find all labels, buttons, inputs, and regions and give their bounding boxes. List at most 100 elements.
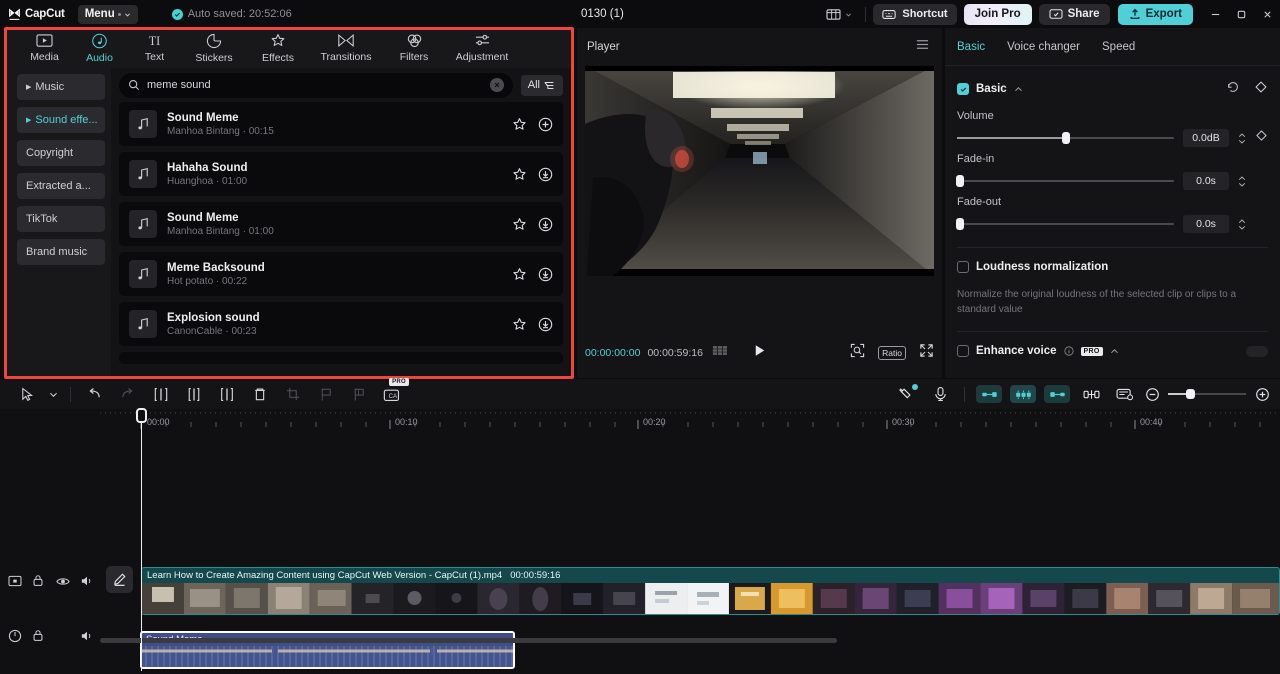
video-thumb-icon[interactable]: [7, 574, 22, 587]
auto-enhance-button[interactable]: [889, 379, 923, 409]
tab-text[interactable]: TI Text: [127, 30, 182, 63]
volume-slider-knob[interactable]: [1061, 132, 1070, 144]
fade-out-slider[interactable]: [956, 218, 1174, 230]
close-button[interactable]: [1254, 0, 1280, 28]
favorite-star-icon[interactable]: [512, 117, 527, 132]
export-button[interactable]: Export: [1117, 3, 1193, 25]
enhance-voice-row[interactable]: Enhance voice PRO: [945, 336, 1280, 366]
tab-filters[interactable]: Filters: [382, 30, 446, 63]
enhance-voice-toggle[interactable]: [1246, 345, 1268, 357]
video-clip[interactable]: Learn How to Create Amazing Content usin…: [141, 567, 1280, 615]
mix-right-button[interactable]: [1040, 379, 1074, 409]
timeline-ruler[interactable]: 00:00 00:10 00:20 00:30 00:40: [0, 409, 1280, 435]
volume-stepper[interactable]: [1238, 132, 1246, 144]
favorite-star-icon[interactable]: [512, 167, 527, 182]
tab-speed[interactable]: Speed: [1102, 41, 1135, 53]
favorite-star-icon[interactable]: [512, 317, 527, 332]
search-input[interactable]: meme sound: [119, 72, 513, 98]
filter-button[interactable]: All: [520, 74, 563, 96]
crop-button[interactable]: [276, 379, 309, 409]
redo-button[interactable]: [111, 379, 144, 409]
tab-basic[interactable]: Basic: [957, 41, 985, 53]
edit-clip-button[interactable]: [106, 566, 133, 593]
audio-power-icon[interactable]: [8, 629, 21, 642]
tab-stickers[interactable]: Stickers: [182, 30, 246, 64]
player-menu-button[interactable]: [915, 38, 930, 56]
timeline-zoom-slider[interactable]: [1168, 389, 1246, 399]
category-brand-music[interactable]: Brand music: [17, 239, 105, 265]
lock-icon[interactable]: [32, 629, 45, 642]
tab-effects[interactable]: Effects: [246, 30, 310, 64]
chevron-up-icon[interactable]: [1110, 348, 1119, 355]
sound-list-item[interactable]: Sound Meme Manhoa Bintang · 00:15: [119, 102, 563, 146]
mix-center-button[interactable]: [1006, 379, 1040, 409]
fade-in-slider[interactable]: [956, 175, 1174, 187]
fade-out-slider-knob[interactable]: [956, 218, 964, 230]
info-icon[interactable]: [1063, 346, 1074, 356]
clear-search-icon[interactable]: [489, 78, 504, 92]
volume-slider[interactable]: [957, 132, 1174, 144]
sound-list-item[interactable]: Sound Meme Manhoa Bintang · 01:00: [119, 202, 563, 246]
minimize-button[interactable]: [1202, 0, 1228, 28]
preview-render-button[interactable]: [1108, 379, 1142, 409]
trim-left-button[interactable]: [177, 379, 210, 409]
play-button[interactable]: [752, 343, 767, 363]
sound-list-item[interactable]: Meme Backsound Hot potato · 00:22: [119, 252, 563, 296]
share-button[interactable]: Share: [1038, 3, 1110, 25]
enhance-voice-checkbox[interactable]: [957, 345, 969, 357]
tab-audio[interactable]: Audio: [72, 30, 127, 64]
lock-icon[interactable]: [32, 574, 45, 587]
video-preview[interactable]: [585, 66, 934, 276]
marker-alt-button[interactable]: [342, 379, 375, 409]
select-tool-dropdown[interactable]: [43, 379, 63, 409]
zoom-in-button[interactable]: [1252, 379, 1272, 409]
record-voiceover-button[interactable]: [923, 379, 957, 409]
category-sound-effects[interactable]: ▶ Sound effe...: [17, 107, 105, 133]
speaker-icon[interactable]: [80, 574, 93, 587]
reset-button[interactable]: [1226, 80, 1240, 99]
keyframe-button[interactable]: [1254, 80, 1268, 99]
category-music[interactable]: ▶ Music: [17, 74, 105, 100]
link-clips-button[interactable]: [1074, 379, 1108, 409]
sound-list-item[interactable]: Explosion sound CanonCable · 00:23: [119, 302, 563, 346]
download-icon[interactable]: [538, 267, 553, 282]
fade-in-value[interactable]: 0.0s: [1183, 172, 1229, 190]
auto-captions-button[interactable]: CA PRO: [375, 378, 409, 409]
menu-button[interactable]: Menu: [77, 4, 138, 24]
download-icon[interactable]: [538, 167, 553, 182]
download-icon[interactable]: [538, 317, 553, 332]
playhead[interactable]: [136, 408, 147, 671]
fade-out-stepper[interactable]: [1238, 218, 1246, 230]
select-tool-button[interactable]: [10, 379, 43, 409]
favorite-star-icon[interactable]: [512, 217, 527, 232]
undo-button[interactable]: [78, 379, 111, 409]
volume-value[interactable]: 0.0dB: [1183, 129, 1229, 147]
fade-in-slider-knob[interactable]: [956, 175, 964, 187]
loudness-normalization-row[interactable]: Loudness normalization: [945, 252, 1280, 282]
zoom-out-button[interactable]: [1142, 379, 1162, 409]
tab-adjustment[interactable]: Adjustment: [446, 30, 518, 63]
tab-media[interactable]: Media: [17, 30, 72, 63]
timeline-zoom-knob[interactable]: [1186, 389, 1195, 399]
fade-in-stepper[interactable]: [1238, 175, 1246, 187]
add-to-timeline-plus-icon[interactable]: [538, 117, 553, 132]
loudness-checkbox[interactable]: [957, 261, 969, 273]
speaker-icon[interactable]: [80, 629, 93, 642]
sound-list-item[interactable]: [119, 352, 563, 364]
category-tiktok[interactable]: TikTok: [17, 206, 105, 232]
join-pro-button[interactable]: Join Pro: [963, 3, 1032, 25]
layout-button[interactable]: [820, 8, 858, 21]
playhead-handle[interactable]: [136, 408, 147, 423]
mix-left-button[interactable]: [972, 379, 1006, 409]
audio-clip[interactable]: Sound Meme: [140, 631, 515, 669]
split-button[interactable]: [144, 379, 177, 409]
delete-button[interactable]: [243, 379, 276, 409]
category-copyright[interactable]: Copyright: [17, 140, 105, 166]
category-extracted-audio[interactable]: Extracted a...: [17, 173, 105, 199]
favorite-star-icon[interactable]: [512, 267, 527, 282]
timeline-horizontal-scrollbar[interactable]: [100, 638, 837, 643]
maximize-button[interactable]: [1228, 0, 1254, 28]
download-icon[interactable]: [538, 217, 553, 232]
trim-right-button[interactable]: [210, 379, 243, 409]
shortcut-button[interactable]: Shortcut: [873, 3, 957, 25]
